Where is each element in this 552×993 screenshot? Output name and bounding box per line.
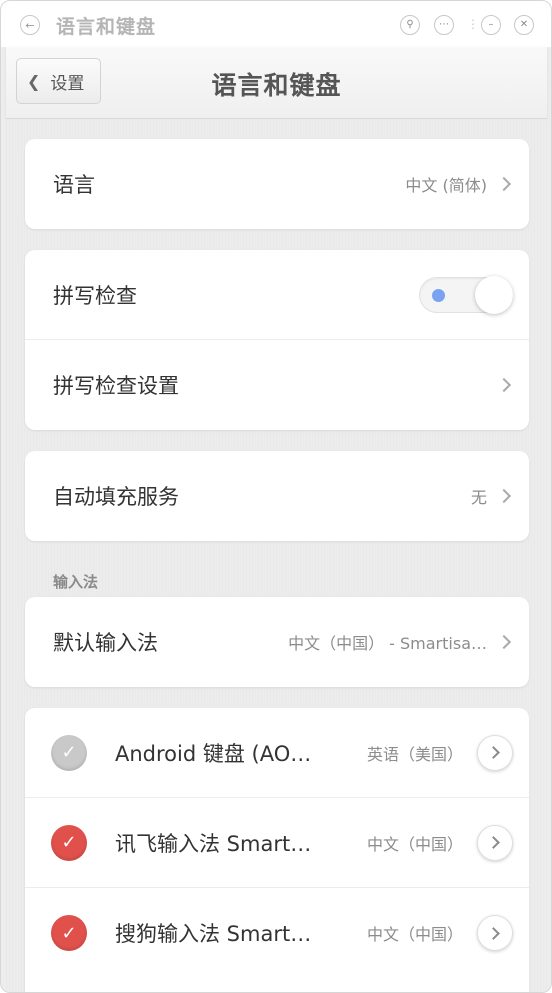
ime-settings-button[interactable] [477,734,513,771]
minimize-icon[interactable]: – [481,15,501,35]
language-value: 中文 (简体) [405,176,487,195]
ime-language: 中文（中国） [366,925,463,944]
list-item[interactable]: ✓ 搜狗输入法 Smart… 中文（中国） [25,888,529,978]
spellcheck-toggle[interactable] [419,275,513,314]
spellcheck-settings-row[interactable]: 拼写检查设置 [25,340,529,430]
autofill-value: 无 [470,488,487,507]
page-title: 语言和键盘 [211,71,342,100]
default-ime-row[interactable]: 默认输入法 中文（中国） - Smartisa… [25,597,529,687]
chevron-right-icon [496,377,512,393]
titlebar-divider: ⋮ [467,17,479,31]
checkmark-icon[interactable]: ✓ [51,915,87,951]
toggle-knob[interactable] [475,275,513,314]
back-arrow-icon[interactable]: ← [20,15,40,35]
close-icon[interactable]: ✕ [514,15,534,35]
chevron-right-icon [487,746,500,759]
chevron-right-icon [496,488,512,504]
ime-settings-button[interactable] [477,915,513,951]
toggle-indicator-dot [432,288,445,302]
settings-content: 语言 中文 (简体) 拼写检查 拼写检查设置 自动填充服务 无 输入法 默认输入… [6,119,547,992]
spellcheck-row: 拼写检查 [25,250,529,340]
language-row[interactable]: 语言 中文 (简体) [25,139,529,229]
language-card: 语言 中文 (简体) [25,139,529,229]
checkmark-icon[interactable]: ✓ [51,824,87,861]
spellcheck-label: 拼写检查 [53,283,137,308]
default-ime-label: 默认输入法 [53,631,158,655]
chevron-right-icon [496,634,512,650]
spellcheck-card: 拼写检查 拼写检查设置 [25,250,529,430]
more-icon[interactable]: ⋯ [434,15,454,35]
app-header: ❮ 设置 语言和键盘 [6,47,547,119]
autofill-card: 自动填充服务 无 [25,451,529,541]
chevron-right-icon [487,836,500,849]
ime-name: 讯飞输入法 Smart… [115,831,312,856]
ime-language: 英语（美国） [366,744,463,764]
ime-name: 搜狗输入法 Smart… [115,922,312,946]
list-item[interactable]: ✓ 讯飞输入法 Smart… 中文（中国） [25,798,529,888]
default-ime-card: 默认输入法 中文（中国） - Smartisa… [25,597,529,687]
ime-settings-button[interactable] [477,824,513,861]
chevron-right-icon [487,926,500,940]
checkmark-icon[interactable]: ✓ [51,734,87,771]
window-title: 语言和键盘 [56,16,157,38]
chevron-right-icon [496,176,512,192]
list-item[interactable]: ✓ Android 键盘 (AO… 英语（美国） [25,708,529,798]
spellcheck-settings-label: 拼写检查设置 [53,374,179,398]
app-window: ← 语言和键盘 ⚲ ⋯ ⋮ – ✕ ❮ 设置 语言和键盘 语言 中文 (简体) … [0,0,552,993]
autofill-label: 自动填充服务 [53,485,179,509]
default-ime-value: 中文（中国） - Smartisa… [288,634,487,653]
window-titlebar: ← 语言和键盘 ⚲ ⋯ ⋮ – ✕ [1,1,551,47]
input-method-section-label: 输入法 [53,573,99,591]
ime-language: 中文（中国） [366,834,463,854]
ime-list-card: ✓ Android 键盘 (AO… 英语（美国） ✓ 讯飞输入法 Smart… … [25,708,529,992]
autofill-row[interactable]: 自动填充服务 无 [25,451,529,541]
pin-icon[interactable]: ⚲ [400,15,420,35]
language-label: 语言 [53,173,95,197]
ime-name: Android 键盘 (AO… [115,741,312,766]
